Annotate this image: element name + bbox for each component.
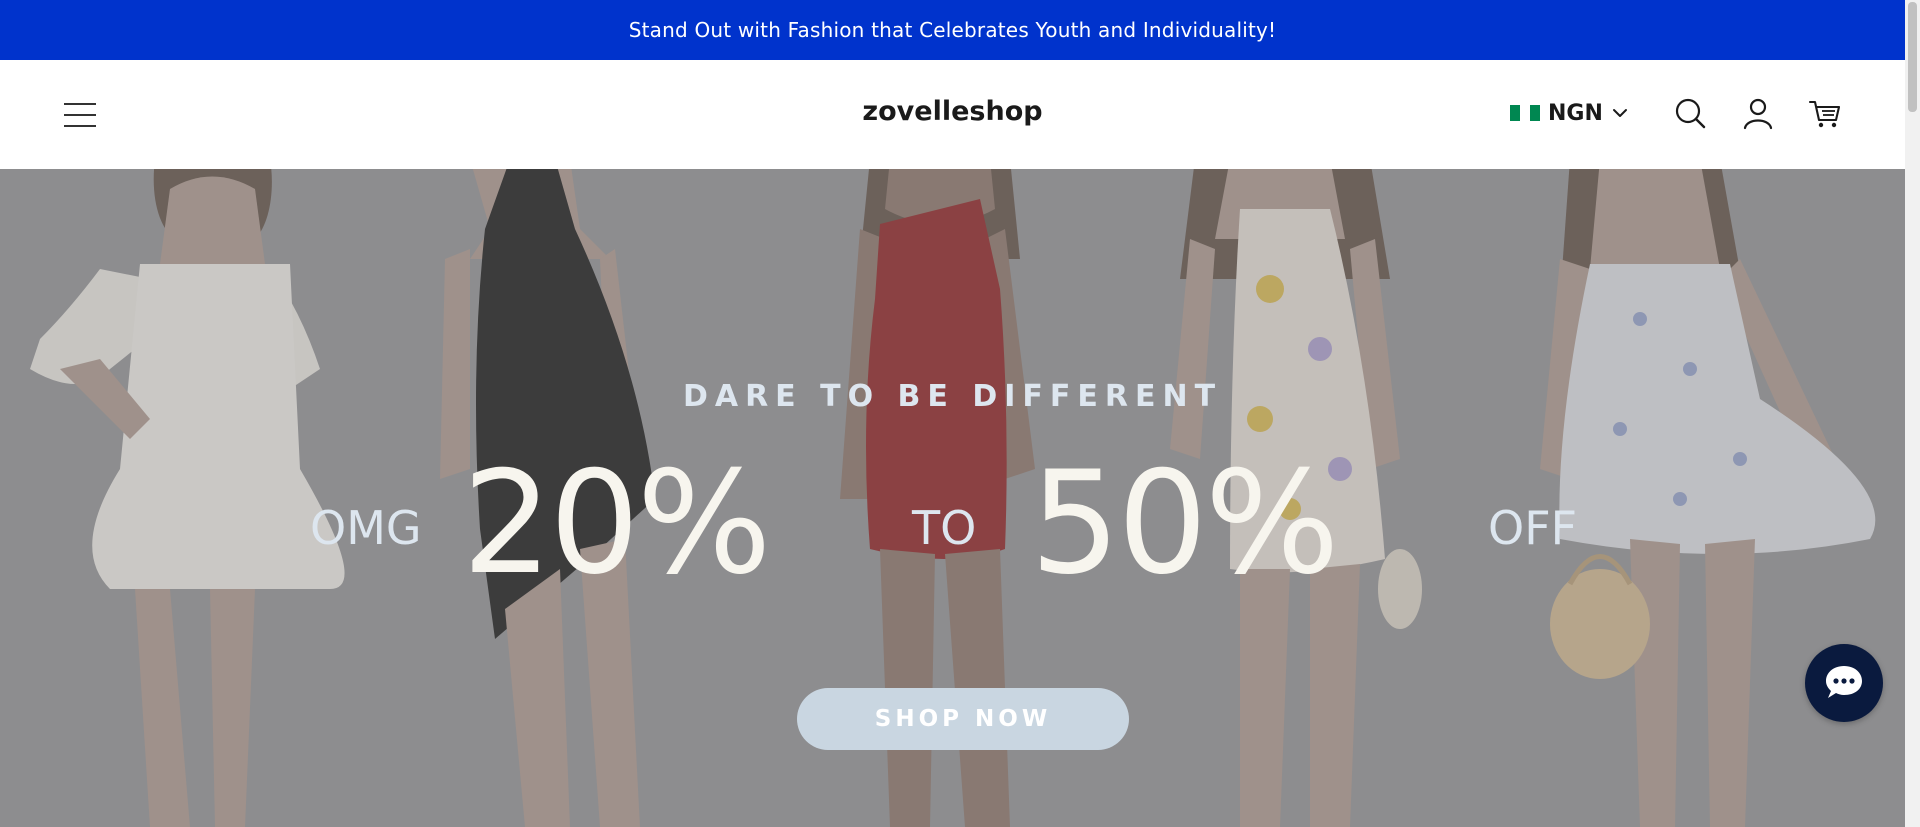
brand-name[interactable]: zovelleshop bbox=[862, 96, 1042, 127]
announcement-bar: Stand Out with Fashion that Celebrates Y… bbox=[0, 0, 1905, 60]
promo-discount-max: 50% bbox=[1030, 441, 1340, 606]
shop-now-button[interactable]: SHOP NOW bbox=[797, 688, 1129, 750]
menu-icon[interactable] bbox=[60, 95, 100, 135]
promo-headline: OMG 20% TO 50% OFF bbox=[0, 441, 1905, 609]
page-scrollbar[interactable] bbox=[1905, 0, 1920, 827]
promo-connector: TO bbox=[912, 501, 977, 555]
chevron-down-icon bbox=[1612, 109, 1627, 117]
site-header: zovelleshop NGN bbox=[0, 60, 1905, 169]
promo-suffix: OFF bbox=[1488, 501, 1578, 555]
currency-code: NGN bbox=[1548, 100, 1603, 126]
promo-prefix: OMG bbox=[310, 501, 422, 555]
scrollbar-thumb[interactable] bbox=[1908, 2, 1917, 112]
chat-icon bbox=[1826, 666, 1862, 698]
account-icon[interactable] bbox=[1741, 96, 1775, 130]
announcement-text: Stand Out with Fashion that Celebrates Y… bbox=[628, 18, 1277, 42]
nigeria-flag-icon bbox=[1510, 105, 1540, 121]
hero-tagline: DARE TO BE DIFFERENT bbox=[682, 379, 1223, 414]
promo-discount-min: 20% bbox=[462, 441, 772, 606]
currency-selector[interactable]: NGN bbox=[1510, 98, 1629, 128]
chat-button[interactable] bbox=[1805, 644, 1883, 722]
search-icon[interactable] bbox=[1673, 96, 1707, 130]
cart-icon[interactable] bbox=[1808, 96, 1842, 130]
hero-banner: DARE TO BE DIFFERENT OMG 20% TO 50% OFF … bbox=[0, 169, 1905, 827]
